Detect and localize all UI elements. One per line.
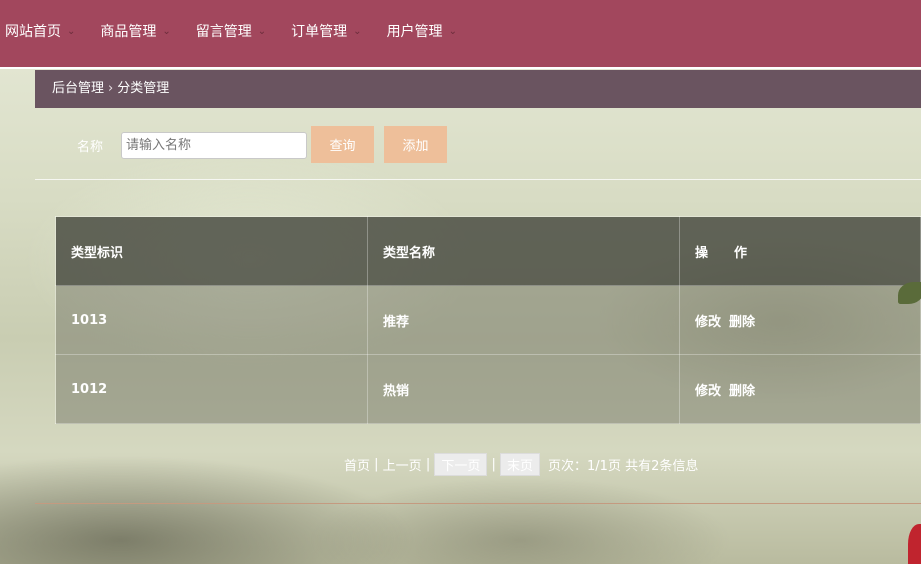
background-leaf-decoration [898, 282, 921, 304]
background-flower-decoration [908, 524, 921, 564]
next-page-button[interactable]: 下一页 [434, 452, 488, 476]
pager-separator: | [370, 456, 383, 472]
delete-link[interactable]: 删除 [729, 384, 755, 399]
pager-separator: | [421, 456, 435, 472]
cell-type-id: 1012 [55, 354, 368, 424]
nav-item-label: 商品管理 [100, 24, 157, 40]
edit-link[interactable]: 修改 [695, 315, 721, 330]
nav-item-label: 用户管理 [386, 24, 443, 40]
prev-page-link[interactable]: 上一页 [383, 455, 422, 474]
last-page-button[interactable]: 末页 [500, 452, 541, 476]
category-table: 类型标识 类型名称 操 作 1013 推荐 修改 删除 1012 热销 修改 删除 [55, 216, 921, 424]
column-header-type-id: 类型标识 [55, 216, 368, 286]
search-bar: 名称 查询 添加 [35, 110, 921, 180]
chevron-down-icon: ⌄ [162, 26, 171, 37]
breadcrumb: 后台管理 › 分类管理 [35, 70, 921, 108]
table-row: 1012 热销 修改 删除 [55, 354, 921, 424]
nav-item-label: 网站首页 [5, 24, 61, 40]
page-info: 页次：1/1页 共有2条信息 [548, 458, 699, 474]
nav-item-products[interactable]: 商品管理 ⌄ [95, 0, 170, 64]
column-header-type-name: 类型名称 [367, 216, 680, 286]
divider [35, 503, 921, 504]
edit-link[interactable]: 修改 [695, 384, 721, 399]
chevron-down-icon: ⌄ [448, 26, 457, 37]
nav-item-label: 留言管理 [195, 24, 252, 40]
table-header-row: 类型标识 类型名称 操 作 [55, 216, 921, 286]
first-page-link[interactable]: 首页 [344, 455, 370, 474]
cell-actions: 修改 删除 [679, 285, 921, 355]
chevron-down-icon: ⌄ [67, 26, 76, 37]
nav-item-home[interactable]: 网站首页 ⌄ [0, 0, 75, 64]
column-header-actions: 操 作 [679, 216, 921, 286]
cell-actions: 修改 删除 [679, 354, 921, 424]
nav-item-messages[interactable]: 留言管理 ⌄ [191, 0, 266, 64]
table-row: 1013 推荐 修改 删除 [55, 285, 921, 355]
nav-item-orders[interactable]: 订单管理 ⌄ [286, 0, 361, 64]
pagination: 首页 | 上一页 | 下一页 | 末页 页次：1/1页 共有2条信息 [0, 452, 921, 476]
nav-item-users[interactable]: 用户管理 ⌄ [382, 0, 457, 64]
pager-separator: | [487, 456, 501, 472]
delete-link[interactable]: 删除 [729, 315, 755, 330]
breadcrumb-root[interactable]: 后台管理 [52, 81, 104, 96]
nav-menu: 网站首页 ⌄ 商品管理 ⌄ 留言管理 ⌄ 订单管理 ⌄ 用户管理 ⌄ [0, 0, 921, 64]
breadcrumb-current: 分类管理 [117, 81, 170, 96]
nav-item-label: 订单管理 [291, 24, 348, 40]
name-label: 名称 [77, 140, 104, 155]
top-navigation: 网站首页 ⌄ 商品管理 ⌄ 留言管理 ⌄ 订单管理 ⌄ 用户管理 ⌄ [0, 0, 921, 69]
chevron-down-icon: ⌄ [353, 26, 362, 37]
breadcrumb-separator-icon: › [108, 81, 114, 96]
cell-type-name: 推荐 [367, 285, 680, 355]
cell-type-name: 热销 [367, 354, 680, 424]
cell-type-id: 1013 [55, 285, 368, 355]
query-button[interactable]: 查询 [311, 126, 374, 163]
add-button[interactable]: 添加 [384, 126, 447, 163]
name-search-input[interactable] [121, 132, 307, 159]
chevron-down-icon: ⌄ [257, 26, 267, 37]
